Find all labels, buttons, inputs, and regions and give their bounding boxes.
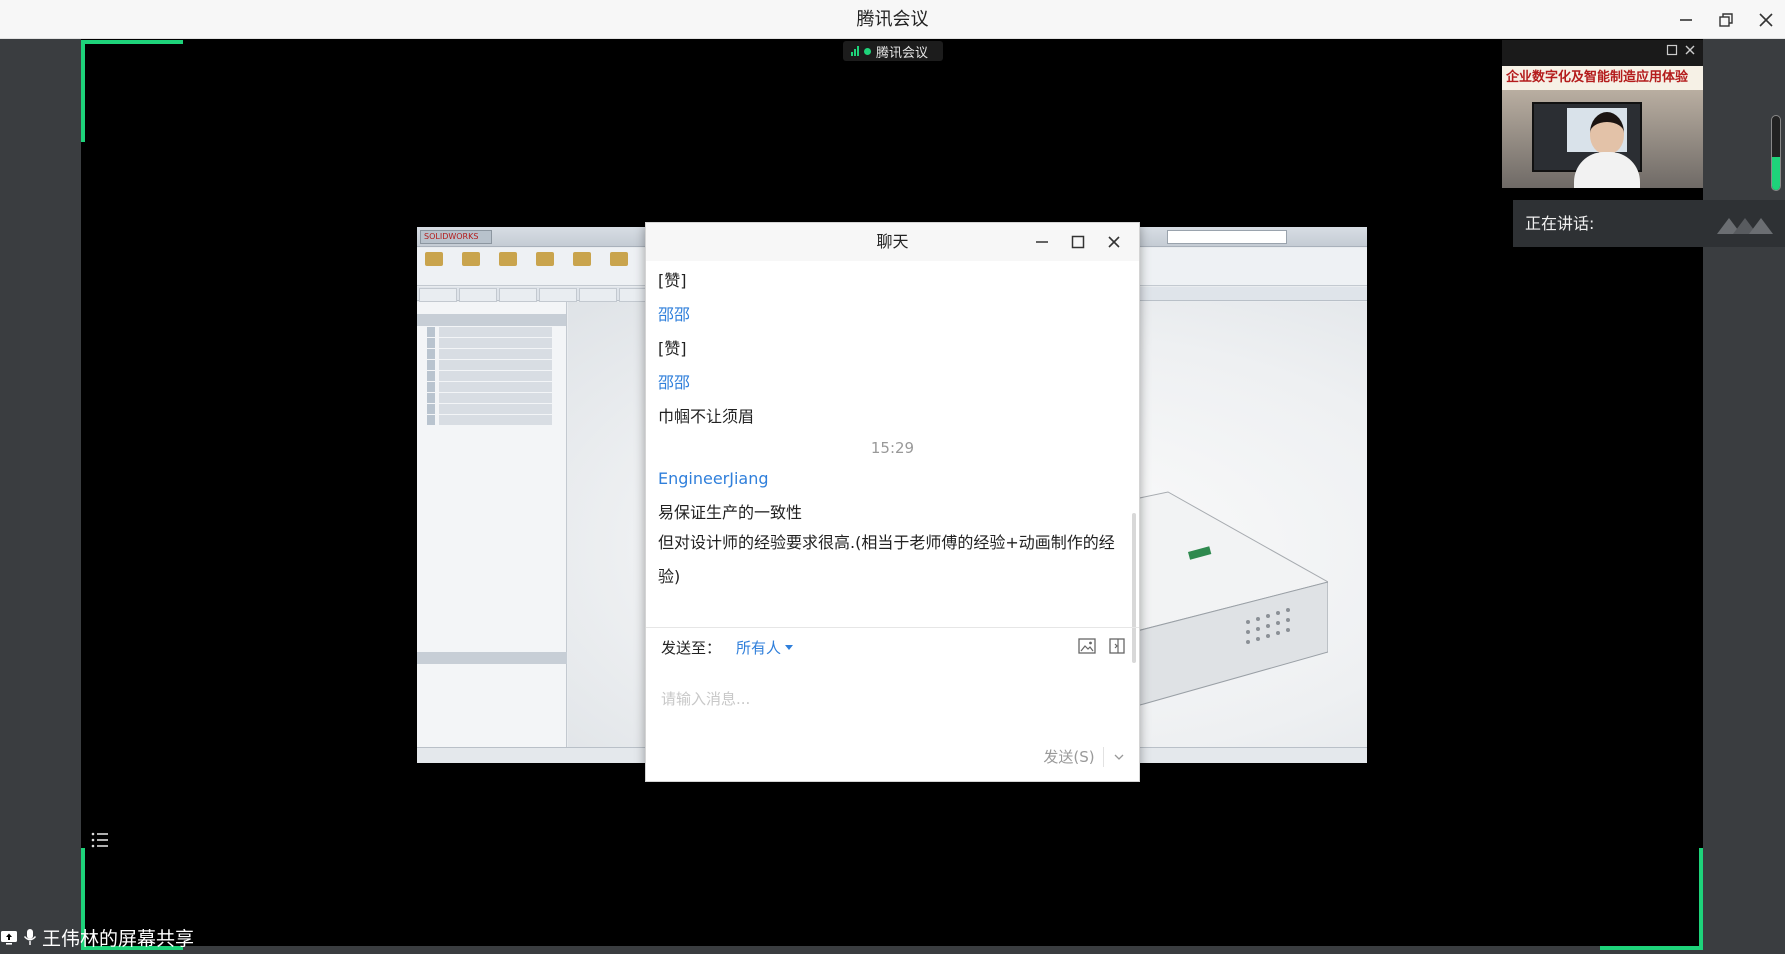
chat-message-input[interactable] [661, 669, 1126, 729]
title-bar: 腾讯会议 [0, 0, 1785, 39]
restore-icon [1719, 12, 1733, 27]
minimize-icon [1036, 241, 1048, 243]
chat-header: 聊天 [646, 223, 1139, 261]
screenshot-button[interactable] [1107, 637, 1127, 655]
send-image-button[interactable] [1077, 637, 1097, 655]
chat-scrollbar[interactable] [1132, 513, 1136, 663]
close-icon [1108, 236, 1120, 248]
screenshot-icon [1109, 638, 1125, 654]
speaking-indicator: 正在讲话: [1513, 200, 1785, 247]
shared-app-logo: SOLIDWORKS [420, 230, 492, 244]
chat-minimize-button[interactable] [1032, 232, 1052, 252]
chevron-down-icon [1114, 754, 1124, 760]
chat-message: 巾帼不让须眉 [658, 407, 755, 426]
screen-share-owner: 王伟林的屏幕共享 [0, 925, 195, 950]
share-frame-corner-br [1600, 848, 1703, 950]
send-button[interactable]: 发送(S) [1034, 743, 1104, 771]
left-margin [0, 39, 81, 954]
minimize-button[interactable] [1667, 0, 1705, 39]
meeting-tag-label: 腾讯会议 [876, 45, 929, 61]
video-close-icon[interactable] [1684, 44, 1696, 56]
chat-title: 聊天 [876, 232, 909, 251]
image-icon [1078, 638, 1096, 654]
chat-dialog: 聊天 [赞] 邵邵 [赞] 邵邵 巾帼不让须眉 15:29 EngineerJi… [645, 222, 1140, 782]
send-divider [1103, 747, 1104, 767]
chat-message: [赞] [658, 271, 687, 290]
bottom-strip [0, 946, 1785, 954]
close-icon [1759, 12, 1773, 27]
shared-app-search [1167, 230, 1287, 244]
meeting-window: 腾讯会议 腾讯会议 SOLIDWORKS 聊天 [赞] 邵邵 [赞] 邵邵 巾帼… [0, 0, 1785, 954]
chat-message: 易保证生产的一致性 [658, 503, 803, 522]
speaker-face [1590, 112, 1624, 154]
chat-sender-name[interactable]: EngineerJiang [658, 469, 769, 488]
video-scene [1502, 90, 1703, 188]
shared-app-feature-tree [417, 302, 567, 747]
restore-button[interactable] [1707, 0, 1745, 39]
chat-message: 但对设计师的经验要求很高.(相当于老师傅的经验+动画制作的经验) [658, 533, 1115, 586]
tencent-meeting-logo-icon [1717, 218, 1773, 234]
chat-message-list[interactable]: [赞] 邵邵 [赞] 邵邵 巾帼不让须眉 15:29 EngineerJiang… [646, 261, 1139, 663]
minimize-icon [1680, 18, 1692, 21]
signal-icon [851, 46, 859, 56]
volume-meter [1771, 115, 1781, 191]
chat-sender-name[interactable]: 邵邵 [658, 301, 690, 325]
chat-divider [646, 627, 1139, 628]
maximize-icon [1071, 235, 1085, 249]
chat-timestamp: 15:29 [870, 439, 915, 457]
window-title: 腾讯会议 [856, 9, 929, 30]
video-banner-text: 企业数字化及智能制造应用体验 [1502, 66, 1703, 90]
chat-sender-name[interactable]: 邵邵 [658, 369, 690, 393]
send-options-button[interactable] [1107, 747, 1131, 767]
chevron-down-icon [785, 645, 794, 650]
screen-share-label: 王伟林的屏幕共享 [42, 927, 195, 950]
speaking-label: 正在讲话: [1525, 214, 1595, 233]
send-to-dropdown[interactable]: 所有人 [736, 637, 794, 658]
chat-message: [赞] [658, 339, 687, 358]
chat-maximize-button[interactable] [1068, 232, 1088, 252]
meeting-status-tag[interactable]: 腾讯会议 [843, 41, 943, 61]
speaker-video[interactable]: 企业数字化及智能制造应用体验 [1502, 40, 1703, 188]
mic-icon [23, 929, 37, 945]
send-to-label: 发送至： [661, 639, 722, 657]
list-icon[interactable] [90, 830, 110, 850]
send-to-target: 所有人 [736, 639, 782, 657]
video-popout-icon[interactable] [1666, 44, 1678, 56]
close-button[interactable] [1747, 0, 1785, 39]
share-frame-corner-tl [81, 40, 183, 142]
live-dot-icon [864, 47, 871, 55]
volume-meter-fill [1772, 156, 1780, 190]
screen-share-icon [1, 931, 17, 945]
chat-close-button[interactable] [1104, 232, 1124, 252]
